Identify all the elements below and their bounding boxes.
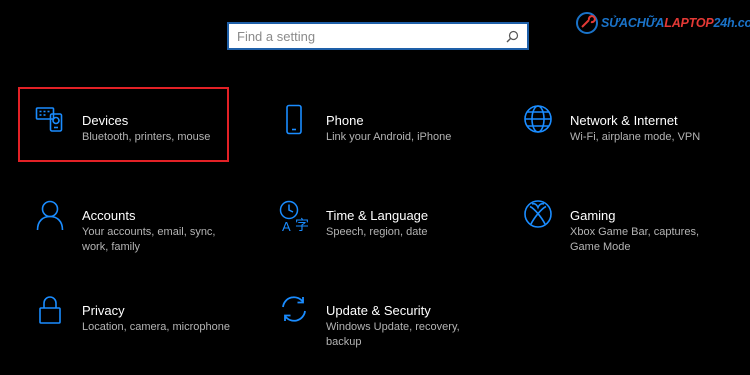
- tile-description: Location, camera, microphone: [82, 321, 230, 333]
- tile-title: Devices: [82, 113, 129, 128]
- tile-title: Update & Security: [326, 303, 431, 318]
- svg-text:字: 字: [295, 217, 309, 233]
- tile-network-internet[interactable]: Network & Internet Wi-Fi, airplane mode,…: [508, 90, 733, 162]
- search-box[interactable]: [227, 22, 529, 50]
- lock-icon: [34, 294, 66, 328]
- globe-icon: [522, 104, 554, 138]
- tile-description: Speech, region, date: [326, 226, 428, 238]
- tile-devices[interactable]: Devices Bluetooth, printers, mouse: [20, 90, 245, 162]
- search-input[interactable]: [237, 28, 505, 44]
- tile-time-language[interactable]: 字 A Time & Language Speech, region, date: [264, 185, 489, 257]
- person-icon: [34, 199, 66, 233]
- tile-description: Your accounts, email, sync, work, family: [82, 226, 216, 253]
- tile-description: Windows Update, recovery, backup: [326, 321, 460, 348]
- tile-title: Gaming: [570, 208, 616, 223]
- tile-privacy[interactable]: Privacy Location, camera, microphone: [20, 280, 245, 352]
- tile-title: Network & Internet: [570, 113, 678, 128]
- tile-title: Phone: [326, 113, 364, 128]
- tile-update-security[interactable]: Update & Security Windows Update, recove…: [264, 280, 489, 352]
- tile-description: Link your Android, iPhone: [326, 131, 452, 143]
- watermark-text: SỬACHỮALAPTOP24h.com: [601, 16, 750, 30]
- devices-icon: [34, 104, 66, 138]
- svg-text:A: A: [282, 219, 291, 233]
- tile-description: Xbox Game Bar, captures, Game Mode: [570, 226, 700, 253]
- tile-description: Wi-Fi, airplane mode, VPN: [570, 131, 701, 143]
- tile-phone[interactable]: Phone Link your Android, iPhone: [264, 90, 489, 162]
- phone-icon: [278, 104, 310, 138]
- sync-icon: [278, 294, 310, 328]
- search-icon[interactable]: [505, 29, 519, 43]
- tile-gaming[interactable]: Gaming Xbox Game Bar, captures, Game Mod…: [508, 185, 733, 257]
- tile-title: Accounts: [82, 208, 136, 223]
- tile-description: Bluetooth, printers, mouse: [82, 131, 211, 143]
- xbox-icon: [522, 199, 554, 233]
- wrench-logo-icon: [576, 12, 598, 34]
- time-language-icon: 字 A: [278, 199, 310, 233]
- watermark-logo: SỬACHỮALAPTOP24h.com: [576, 8, 750, 38]
- tile-title: Privacy: [82, 303, 125, 318]
- tile-title: Time & Language: [326, 208, 429, 223]
- tile-accounts[interactable]: Accounts Your accounts, email, sync, wor…: [20, 185, 245, 257]
